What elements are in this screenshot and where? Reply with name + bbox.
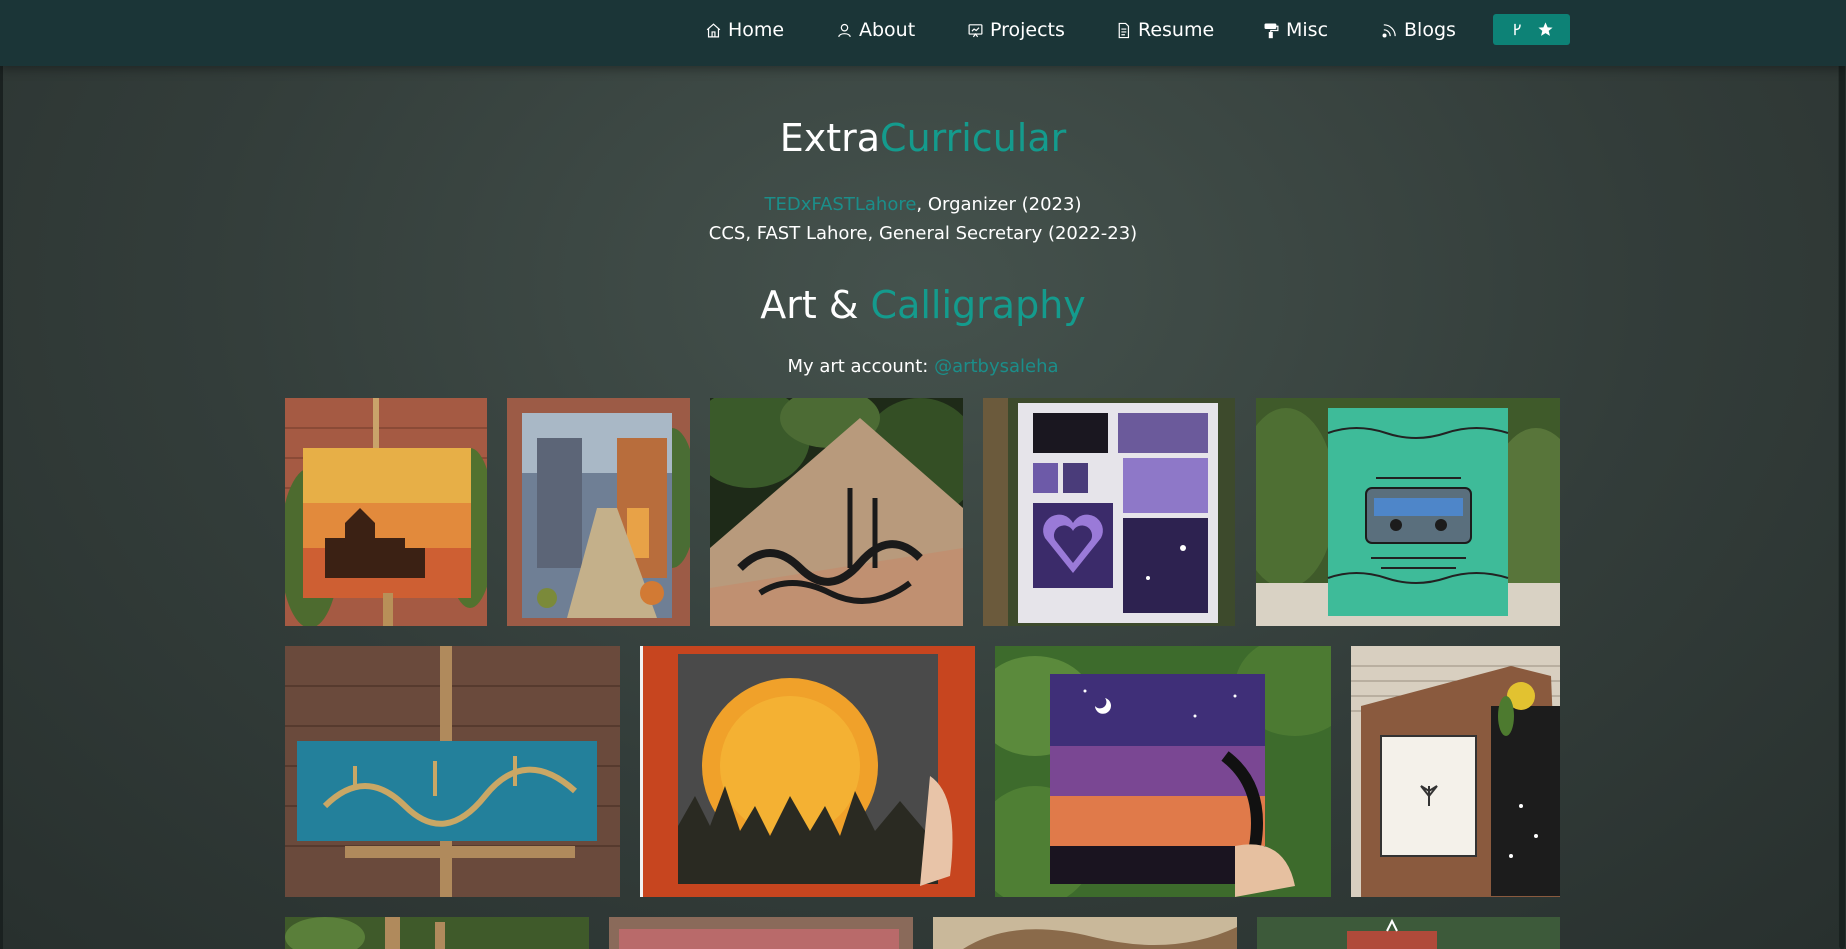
paint-roller-icon	[1264, 23, 1279, 38]
projects-icon	[968, 23, 983, 37]
rss-icon	[1382, 23, 1396, 37]
art-title: Art & Calligraphy	[0, 283, 1846, 327]
nav-about-label: About	[859, 19, 916, 41]
nav-projects[interactable]: Projects	[967, 17, 1065, 43]
fork-icon	[1513, 23, 1521, 36]
gallery-item-purple-sunset[interactable]	[995, 646, 1331, 897]
art-title-plain: Art &	[760, 283, 871, 327]
extracurricular-title: ExtraCurricular	[0, 116, 1846, 160]
nav-home-label: Home	[728, 19, 785, 41]
gallery-item-calligraphy-diamond[interactable]	[710, 398, 963, 626]
nav-misc-label: Misc	[1286, 19, 1329, 41]
nav-projects-label: Projects	[990, 19, 1065, 41]
extracurricular-title-accent: Curricular	[880, 116, 1067, 160]
gallery-item-bottom-3[interactable]	[933, 917, 1237, 949]
art-account-label: My art account:	[787, 356, 935, 377]
gallery-item-bottom-1[interactable]	[285, 917, 589, 949]
gallery-item-ukiyo-evolve[interactable]	[983, 398, 1235, 626]
star-icon	[1537, 22, 1553, 36]
tedx-role: , Organizer (2023)	[916, 194, 1082, 215]
gallery-item-bottom-2[interactable]	[609, 917, 913, 949]
gallery-item-calligraphy-blue[interactable]	[285, 646, 620, 897]
gallery-item-bottom-4[interactable]	[1257, 917, 1560, 949]
gallery-item-cassette-tape[interactable]	[1256, 398, 1560, 626]
user-icon	[838, 23, 851, 37]
art-account-link[interactable]: @artbysaleha	[934, 356, 1059, 377]
navbar: Home About Projects Resume Misc Blogs	[0, 0, 1846, 66]
scrollbar-thumb[interactable]	[1839, 30, 1845, 949]
art-account-line: My art account: @artbysaleha	[0, 356, 1846, 377]
nav-resume-label: Resume	[1138, 19, 1215, 41]
extracurricular-line-2: CCS, FAST Lahore, General Secretary (202…	[708, 223, 1138, 244]
gallery-item-journal-collage[interactable]	[1351, 646, 1560, 897]
github-star-button[interactable]	[1493, 14, 1570, 45]
nav-about[interactable]: About	[836, 17, 915, 43]
nav-blogs-label: Blogs	[1404, 19, 1456, 41]
extracurricular-title-plain: Extra	[779, 116, 881, 160]
art-title-accent: Calligraphy	[870, 283, 1086, 327]
document-icon	[1118, 22, 1130, 38]
nav-resume[interactable]: Resume	[1115, 17, 1214, 43]
nav-misc[interactable]: Misc	[1263, 17, 1328, 43]
nav-blogs[interactable]: Blogs	[1381, 17, 1456, 43]
gallery-item-full-moon[interactable]	[640, 646, 975, 897]
extracurricular-line-1: TEDxFASTLahore, Organizer (2023)	[0, 194, 1846, 215]
gallery-item-mughal-fort[interactable]	[285, 398, 487, 626]
nav-home[interactable]: Home	[705, 17, 784, 43]
gallery-item-alley-street[interactable]	[507, 398, 690, 626]
home-icon	[706, 22, 721, 37]
tedx-link[interactable]: TEDxFASTLahore	[765, 194, 917, 215]
